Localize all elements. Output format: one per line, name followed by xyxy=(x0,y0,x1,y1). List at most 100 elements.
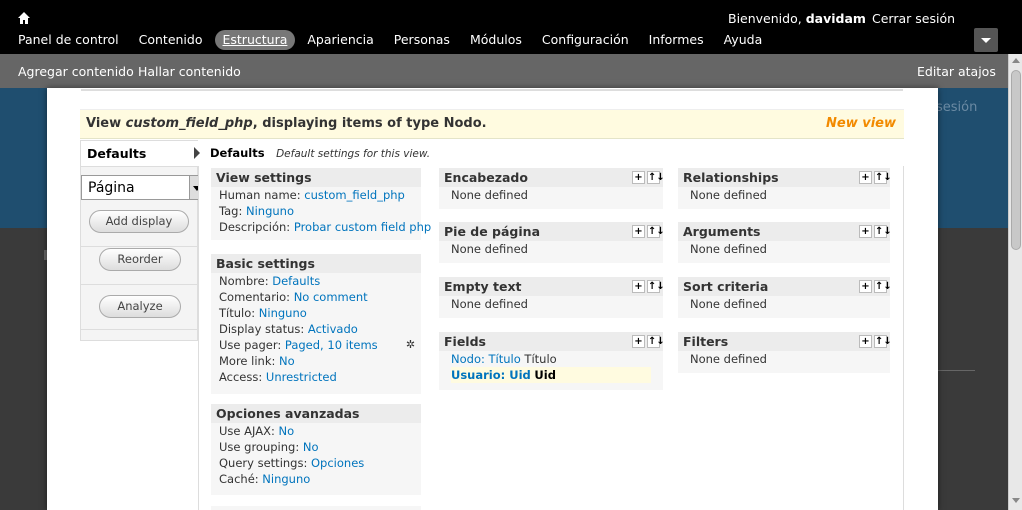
menu-panel-de-control[interactable]: Panel de control xyxy=(10,30,127,50)
footer-title: Pie de página + ↑↓ xyxy=(439,222,665,241)
analyze-button[interactable]: Analyze xyxy=(99,295,181,318)
setting-row: Título: Ninguno xyxy=(219,305,409,321)
add-icon[interactable]: + xyxy=(859,225,872,238)
tab-pointer-icon xyxy=(194,147,200,159)
view-header: View custom_field_php, displaying items … xyxy=(80,109,904,139)
description-link[interactable]: Probar custom field php xyxy=(294,220,431,234)
setting-row: Nombre: Defaults xyxy=(219,273,409,289)
scroll-thumb[interactable] xyxy=(1011,70,1021,250)
comment-link[interactable]: No comment xyxy=(294,290,368,304)
scroll-down-arrow-icon[interactable] xyxy=(1012,498,1020,503)
access-link[interactable]: Unrestricted xyxy=(266,370,337,384)
logout-link[interactable]: Cerrar sesión xyxy=(872,11,955,26)
rearrange-icon[interactable]: ↑↓ xyxy=(874,171,892,184)
empty-text-actions: + ↑↓ xyxy=(632,280,665,293)
setting-label: Comentario: xyxy=(219,290,291,304)
display-title: Defaults xyxy=(210,146,265,160)
shortcut-add-content[interactable]: Agregar contenido xyxy=(18,64,134,79)
add-icon[interactable]: + xyxy=(859,280,872,293)
username[interactable]: davidam xyxy=(806,11,866,26)
home-icon[interactable] xyxy=(16,10,32,26)
fields-title-label: Fields xyxy=(444,334,486,349)
display-tabs: Defaults Página Add display Reorder Anal… xyxy=(80,140,204,341)
empty-text-title: Empty text + ↑↓ xyxy=(439,277,665,296)
human-name-link[interactable]: custom_field_php xyxy=(304,188,405,202)
query-settings-link[interactable]: Opciones xyxy=(311,456,364,470)
new-view-link[interactable]: New view xyxy=(826,116,896,131)
menu-informes[interactable]: Informes xyxy=(641,30,712,50)
menu-contenido[interactable]: Contenido xyxy=(131,30,211,50)
setting-label: Use grouping: xyxy=(219,440,300,454)
background-text: sesión xyxy=(936,100,978,115)
fields-body: Nodo: Título Título Usuario: Uid Uid xyxy=(439,351,663,383)
add-icon[interactable]: + xyxy=(632,171,645,184)
chevron-down-icon xyxy=(981,38,991,43)
add-icon[interactable]: + xyxy=(632,225,645,238)
pager-link[interactable]: Paged, 10 items xyxy=(285,338,378,352)
advanced-settings-block: Opciones avanzadas Use AJAX: No Use grou… xyxy=(211,404,421,495)
divider xyxy=(81,246,198,247)
advanced-settings-title: Opciones avanzadas xyxy=(211,404,421,423)
add-icon[interactable]: + xyxy=(859,335,872,348)
relationships-actions: + ↑↓ xyxy=(859,171,892,184)
add-icon[interactable]: + xyxy=(859,171,872,184)
page-scrollbar[interactable] xyxy=(1008,54,1022,510)
rearrange-icon[interactable]: ↑↓ xyxy=(647,171,665,184)
setting-label: Query settings: xyxy=(219,456,308,470)
setting-row: Query settings: Opciones xyxy=(219,455,409,471)
shortcut-find-content[interactable]: Hallar contenido xyxy=(138,64,241,79)
add-icon[interactable]: + xyxy=(632,280,645,293)
cache-link[interactable]: Ninguno xyxy=(262,472,310,486)
shortcuts-toggle-button[interactable] xyxy=(974,28,998,52)
divider xyxy=(81,329,198,330)
menu-apariencia[interactable]: Apariencia xyxy=(299,30,381,50)
view-title-suffix: , displaying items of type Nodo. xyxy=(252,116,487,131)
header-title: Encabezado + ↑↓ xyxy=(439,168,665,187)
relationships-title-label: Relationships xyxy=(683,170,779,185)
add-display-button[interactable]: Add display xyxy=(89,210,189,233)
rearrange-icon[interactable]: ↑↓ xyxy=(874,225,892,238)
rearrange-icon[interactable]: ↑↓ xyxy=(874,280,892,293)
basic-settings-body: Nombre: Defaults Comentario: No comment … xyxy=(211,273,421,385)
edit-shortcuts-link[interactable]: Editar atajos xyxy=(917,64,996,79)
menu-modulos[interactable]: Módulos xyxy=(462,30,530,50)
setting-row: Use AJAX: No xyxy=(219,423,409,439)
header-body: None defined xyxy=(451,188,528,202)
display-status-link[interactable]: Activado xyxy=(308,322,358,336)
field-row-highlighted: Usuario: Uid Uid xyxy=(451,367,651,383)
filters-block: Filters + ↑↓ None defined xyxy=(678,332,892,373)
fields-actions: + ↑↓ xyxy=(632,335,665,348)
setting-label: Caché: xyxy=(219,472,259,486)
welcome-prefix: Bienvenido, xyxy=(728,11,802,26)
menu-ayuda[interactable]: Ayuda xyxy=(716,30,771,50)
reorder-button[interactable]: Reorder xyxy=(99,248,181,271)
rearrange-icon[interactable]: ↑↓ xyxy=(647,335,665,348)
relationships-body: None defined xyxy=(690,188,767,202)
gear-icon[interactable]: ✲ xyxy=(404,338,417,351)
fields-block: Fields + ↑↓ Nodo: Título Título Usuario: … xyxy=(439,332,665,390)
tab-defaults[interactable]: Defaults xyxy=(81,141,198,167)
use-grouping-link[interactable]: No xyxy=(303,440,319,454)
menu-configuracion[interactable]: Configuración xyxy=(534,30,637,50)
tag-link[interactable]: Ninguno xyxy=(246,204,294,218)
menu-personas[interactable]: Personas xyxy=(386,30,458,50)
rearrange-icon[interactable]: ↑↓ xyxy=(647,225,665,238)
scroll-up-arrow-icon[interactable] xyxy=(1012,58,1020,63)
field-link[interactable]: Usuario: Uid xyxy=(451,368,531,382)
more-link-link[interactable]: No xyxy=(279,354,295,368)
display-type-select[interactable]: Página xyxy=(81,175,204,200)
menu-estructura[interactable]: Estructura xyxy=(214,30,296,50)
setting-row: Caché: Ninguno xyxy=(219,471,409,487)
name-link[interactable]: Defaults xyxy=(272,274,320,288)
title-link[interactable]: Ninguno xyxy=(259,306,307,320)
rearrange-icon[interactable]: ↑↓ xyxy=(874,335,892,348)
field-link[interactable]: Nodo: Título xyxy=(451,352,521,366)
toolbar-menu: Panel de control Contenido Estructura Ap… xyxy=(10,30,774,50)
filters-body: None defined xyxy=(690,352,767,366)
setting-label: Título: xyxy=(219,306,256,320)
use-ajax-link[interactable]: No xyxy=(278,424,294,438)
display-type-value: Página xyxy=(88,180,135,196)
add-icon[interactable]: + xyxy=(632,335,645,348)
rearrange-icon[interactable]: ↑↓ xyxy=(647,280,665,293)
footer-body: None defined xyxy=(451,242,528,256)
